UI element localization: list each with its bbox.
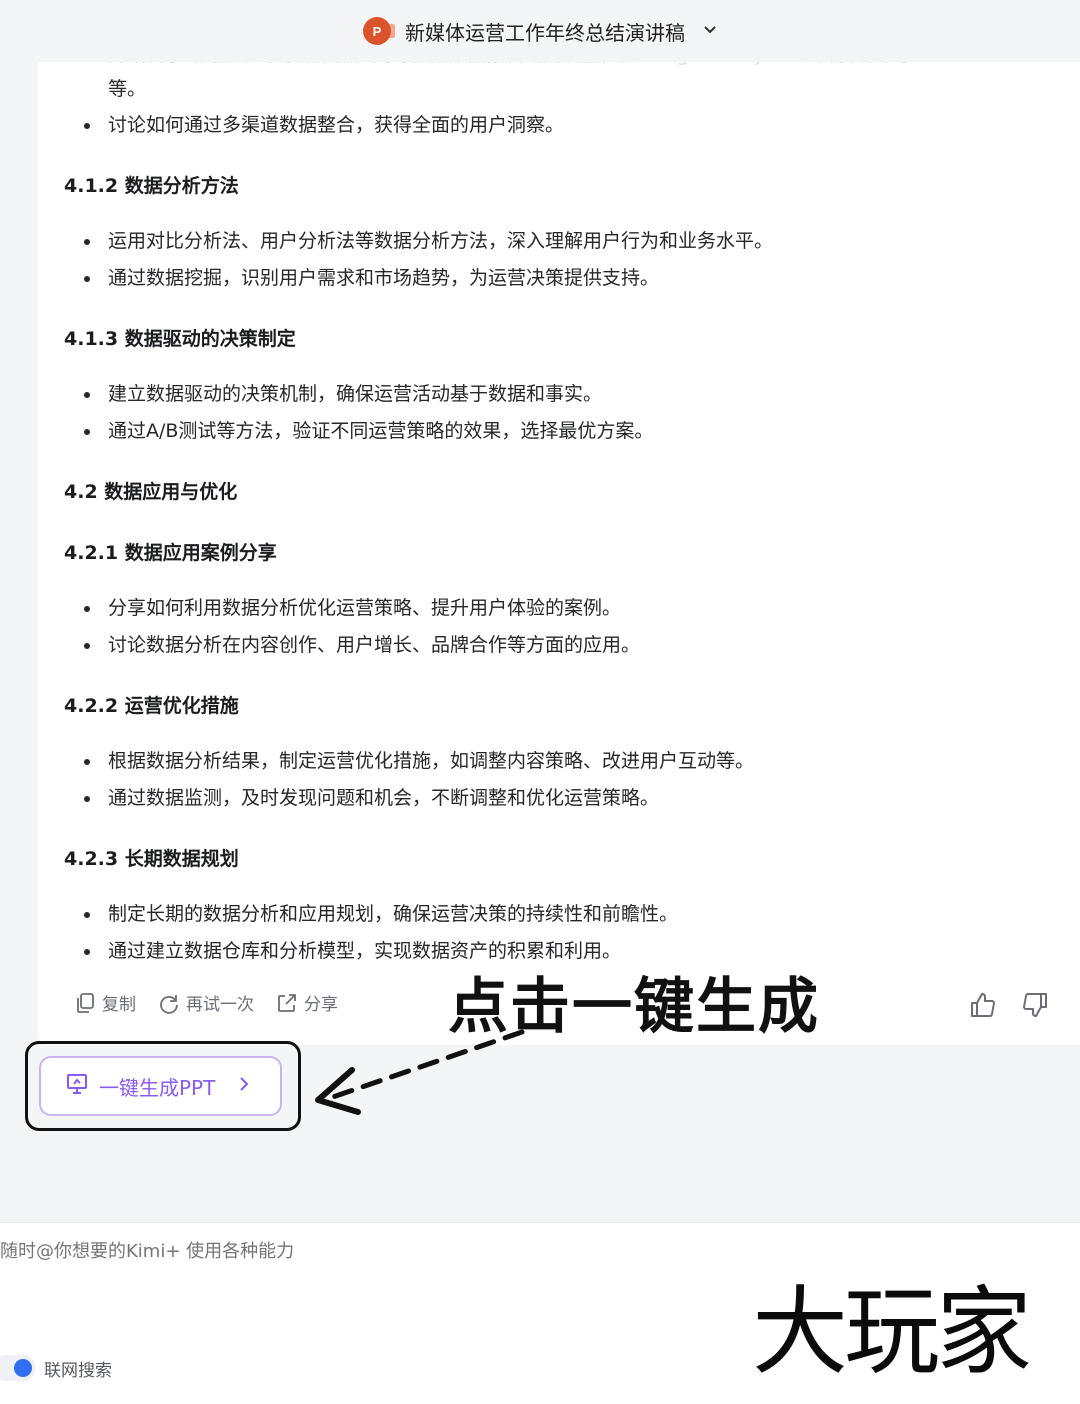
retry-label: 再试一次 [186, 995, 254, 1015]
section-heading: 4.2.2 运营优化措施 [64, 695, 239, 717]
doc-title-dropdown[interactable]: P 新媒体运营工作年终总结演讲稿 [363, 17, 717, 46]
thumbs-up-icon [968, 990, 998, 1024]
section-heading: 4.1.2 数据分析方法 [64, 175, 239, 197]
section-heading: 4.2 数据应用与优化 [64, 481, 238, 503]
thumbs-down-icon [1020, 990, 1050, 1024]
list-item: 根据数据分析结果，制定运营优化措施，如调整内容策略、改进用户互动等。 [64, 746, 1044, 776]
generate-ppt-button[interactable]: 一键生成PPT [39, 1056, 282, 1116]
doc-title: 新媒体运营工作年终总结演讲稿 [405, 20, 685, 45]
chevron-down-icon[interactable] [703, 23, 717, 39]
bullet-list: 根据数据分析结果，制定运营优化措施，如调整内容策略、改进用户互动等。 通过数据监… [64, 746, 1044, 813]
chat-input[interactable] [0, 1241, 700, 1262]
generate-ppt-label: 一键生成PPT [99, 1075, 216, 1100]
presentation-icon [65, 1072, 89, 1101]
toggle-knob [14, 1359, 32, 1377]
list-item: 通过A/B测试等方法，验证不同运营策略的效果，选择最优方案。 [64, 416, 1044, 446]
retry-button[interactable]: 再试一次 [158, 990, 254, 1015]
toggle-switch[interactable] [0, 1355, 36, 1381]
copy-label: 复制 [102, 995, 136, 1015]
web-search-toggle[interactable]: 联网搜索 [0, 1355, 112, 1381]
top-bullet-list: 讨论如何通过多渠道数据整合，获得全面的用户洞察。 [64, 110, 1044, 140]
bullet-list: 制定长期的数据分析和应用规划，确保运营决策的持续性和前瞻性。 通过建立数据仓库和… [64, 899, 1044, 966]
thumbs-up-button[interactable] [968, 990, 998, 1024]
copy-button[interactable]: 复制 [74, 990, 136, 1015]
response-actions: 复制 再试一次 分享 [74, 990, 338, 1015]
chevron-right-icon [239, 1076, 249, 1097]
share-button[interactable]: 分享 [276, 990, 338, 1015]
copy-icon [74, 992, 96, 1014]
annotation-arrow [315, 1029, 525, 1115]
thumbs-down-button[interactable] [1020, 990, 1050, 1024]
section-heading: 4.2.3 长期数据规划 [64, 848, 239, 870]
response-content: 等。 讨论如何通过多渠道数据整合，获得全面的用户洞察。 4.1.2 数据分析方法… [64, 74, 1044, 966]
bullet-list: 运用对比分析法、用户分析法等数据分析方法，深入理解用户行为和业务水平。 通过数据… [64, 226, 1044, 293]
section-heading: 4.1.3 数据驱动的决策制定 [64, 328, 296, 350]
top-bar: P 新媒体运营工作年终总结演讲稿 [0, 0, 1080, 62]
list-item: 通过数据监测，及时发现问题和机会，不断调整和优化运营策略。 [64, 783, 1044, 813]
list-item: 制定长期的数据分析和应用规划，确保运营决策的持续性和前瞻性。 [64, 899, 1044, 929]
refresh-icon [158, 992, 180, 1014]
continuation-text: 等。 [108, 78, 147, 100]
list-item: 建立数据驱动的决策机制，确保运营活动基于数据和事实。 [64, 379, 1044, 409]
list-item: 讨论如何通过多渠道数据整合，获得全面的用户洞察。 [64, 110, 1044, 140]
bullet-list: 分享如何利用数据分析优化运营策略、提升用户体验的案例。 讨论数据分析在内容创作、… [64, 593, 1044, 660]
powerpoint-icon: P [363, 17, 395, 45]
list-item: 通过数据挖掘，识别用户需求和市场趋势，为运营决策提供支持。 [64, 263, 1044, 293]
bullet-list: 建立数据驱动的决策机制，确保运营活动基于数据和事实。 通过A/B测试等方法，验证… [64, 379, 1044, 446]
share-icon [276, 992, 298, 1014]
list-item: 分享如何利用数据分析优化运营策略、提升用户体验的案例。 [64, 593, 1044, 623]
list-item: 讨论数据分析在内容创作、用户增长、品牌合作等方面的应用。 [64, 630, 1044, 660]
web-search-label: 联网搜索 [44, 1360, 112, 1381]
section-heading: 4.2.1 数据应用案例分享 [64, 542, 277, 564]
list-item: 运用对比分析法、用户分析法等数据分析方法，深入理解用户行为和业务水平。 [64, 226, 1044, 256]
watermark: 大玩家 [752, 1276, 1032, 1388]
share-label: 分享 [304, 995, 338, 1015]
